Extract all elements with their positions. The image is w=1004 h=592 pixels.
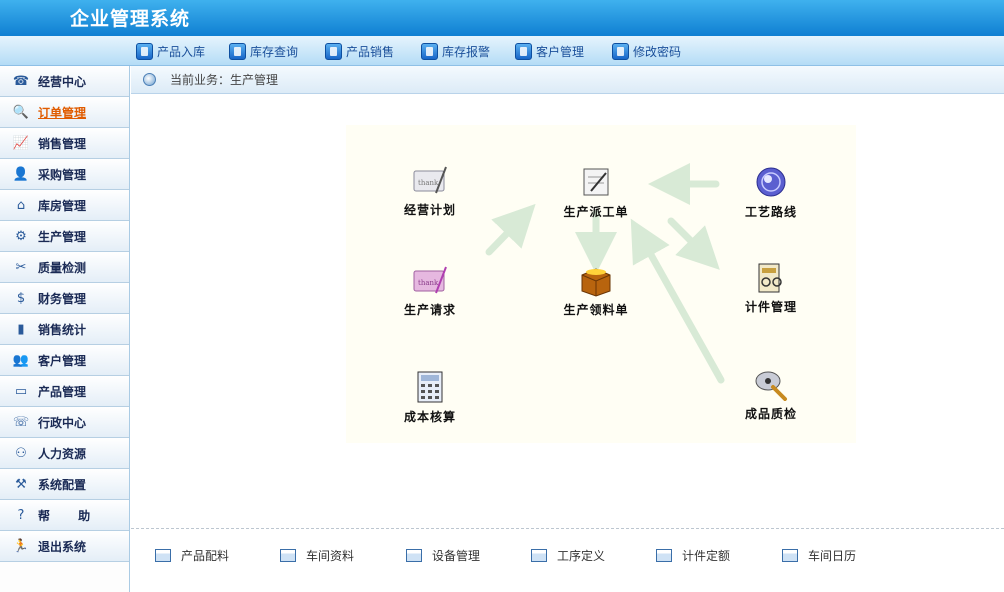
sidebar-item-production[interactable]: ⚙ 生产管理 [0,221,129,252]
warehouse-icon: ⌂ [16,197,26,213]
pink-card-icon: thank [412,263,448,297]
window-icon [782,549,798,562]
order-icon: 🔍 [12,104,30,120]
production-icon: ⚙ [15,228,27,244]
stock-alarm-icon [421,42,438,60]
globe-disc-icon [753,165,789,199]
main-content: thank 经营计划 生产派工单 工艺路线 thank 生产请求 生产领料单 计… [131,95,1004,525]
title-bar: 企业管理系统 [0,0,1004,36]
sidebar-item-exit[interactable]: 🏃 退出系统 [0,531,129,562]
bottom-link-product-batching[interactable]: 产品配料 [155,547,229,564]
exit-icon: 🏃 [12,538,30,554]
bottom-link-workshop-data[interactable]: 车间资料 [280,547,354,564]
product-in-icon [136,42,153,60]
sidebar-item-admin-center[interactable]: ☏ 行政中心 [0,407,129,438]
purchase-icon: 👤 [12,166,30,182]
window-icon [656,549,672,562]
sidebar: ☎ 经营中心 🔍 订单管理 📈 销售管理 👤 采购管理 ⌂ 库房管理 ⚙ 生产管理 ✂ 质量检… [0,66,130,592]
topnav-product-in[interactable]: 产品入库 [136,41,205,61]
business-center-icon: ☎ [12,73,30,89]
arrow-request-to-dispatch [485,203,536,256]
top-nav: 产品入库 库存查询 产品销售 库存报警 客户管理 修改密码 [0,36,1004,66]
box-icon [578,263,614,297]
sidebar-item-hr[interactable]: ⚇ 人力资源 [0,438,129,469]
sidebar-item-products[interactable]: ▭ 产品管理 [0,376,129,407]
phone-icon: ☏ [12,414,30,430]
sidebar-item-customers[interactable]: 👥 客户管理 [0,345,129,376]
key-icon [612,42,629,60]
node-material-requisition[interactable]: 生产领料单 [541,263,651,318]
topnav-change-password[interactable]: 修改密码 [612,41,681,61]
node-dispatch-order[interactable]: 生产派工单 [541,165,651,220]
arrow-dispatch-to-piecework [667,217,720,270]
quality-icon: ✂ [15,259,27,275]
help-icon: ? [17,507,25,523]
window-icon [155,549,171,562]
stock-query-icon [229,42,246,60]
sidebar-item-help[interactable]: ? 帮 助 [0,500,129,531]
bottom-link-equipment[interactable]: 设备管理 [406,547,480,564]
notepad-pencil-icon [578,165,614,199]
bar-chart-icon: ▮ [17,321,25,337]
node-production-request[interactable]: thank 生产请求 [375,263,485,318]
sales-chart-icon: 📈 [12,135,30,151]
node-product-inspection[interactable]: 成品质检 [716,367,826,422]
breadcrumb-icon [143,73,156,86]
sidebar-item-finance[interactable]: $ 财务管理 [0,283,129,314]
product-sales-icon [325,42,342,60]
topnav-customer[interactable]: 客户管理 [515,41,584,61]
window-icon [280,549,296,562]
breadcrumb: 当前业务：生产管理 [131,66,1004,94]
bottom-link-process-definition[interactable]: 工序定义 [531,547,605,564]
sidebar-item-order[interactable]: 🔍 订单管理 [0,97,129,128]
topnav-stock-alarm[interactable]: 库存报警 [421,41,490,61]
inspection-wrench-icon [753,367,789,401]
node-process-route[interactable]: 工艺路线 [716,165,826,220]
people-icon: ⚇ [15,445,27,461]
tools-icon: ⚒ [15,476,27,492]
svg-text:thank: thank [418,279,439,287]
bottom-link-piecework-quota[interactable]: 计件定额 [656,547,730,564]
sidebar-item-purchase[interactable]: 👤 采购管理 [0,159,129,190]
sidebar-item-system-config[interactable]: ⚒ 系统配置 [0,469,129,500]
sidebar-item-sales-stats[interactable]: ▮ 销售统计 [0,314,129,345]
sidebar-item-warehouse[interactable]: ⌂ 库房管理 [0,190,129,221]
customer-icon [515,42,532,60]
app-title: 企业管理系统 [70,8,191,30]
svg-text:thank: thank [418,179,439,187]
sidebar-item-business-center[interactable]: ☎ 经营中心 [0,66,129,97]
customers-icon: 👥 [12,352,30,368]
window-icon [531,549,547,562]
bottom-link-workshop-calendar[interactable]: 车间日历 [782,547,856,564]
thank-you-card-icon: thank [412,163,448,197]
window-icon [406,549,422,562]
sidebar-item-sales[interactable]: 📈 销售管理 [0,128,129,159]
node-piecework[interactable]: 计件管理 [716,260,826,315]
calculator-icon [412,370,448,404]
product-icon: ▭ [14,383,28,399]
topnav-stock-query[interactable]: 库存查询 [229,41,298,61]
machine-icon [753,260,789,294]
bottom-toolbar: 产品配料 车间资料 设备管理 工序定义 计件定额 车间日历 [131,528,1004,592]
node-cost-accounting[interactable]: 成本核算 [375,370,485,425]
node-business-plan[interactable]: thank 经营计划 [375,163,485,218]
finance-icon: $ [16,290,26,306]
breadcrumb-text: 当前业务：生产管理 [170,73,279,87]
sidebar-item-quality[interactable]: ✂ 质量检测 [0,252,129,283]
topnav-product-sales[interactable]: 产品销售 [325,41,394,61]
arrow-inspection-to-dispatch [630,218,725,384]
